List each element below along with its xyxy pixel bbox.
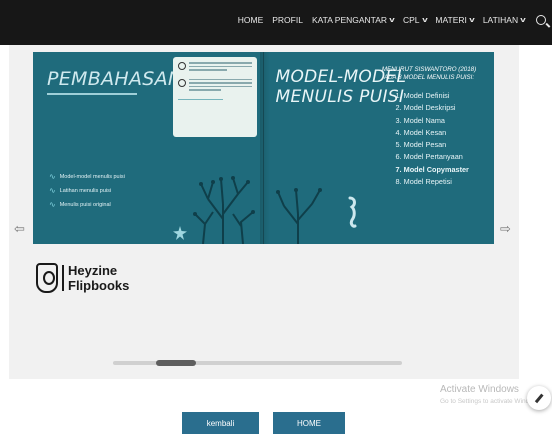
title-underline: [47, 93, 137, 95]
page-scrollbar[interactable]: [113, 360, 402, 366]
model-item: 3. Model Nama: [395, 115, 445, 125]
logo-line-2: Flipbooks: [68, 278, 130, 293]
link-icon: [178, 78, 186, 87]
topic-label: Model-model menulis puisi: [59, 173, 125, 180]
card-row: [178, 78, 252, 93]
chevron-down-icon: v: [469, 16, 475, 24]
model-item: 4. Model Kesan: [395, 127, 447, 137]
logo-text: Heyzine Flipbooks: [68, 263, 129, 293]
chevron-down-icon: v: [421, 16, 428, 24]
back-button[interactable]: kembali: [182, 412, 259, 434]
topic-item: ∿ Latihan menulis puisi: [49, 186, 125, 195]
starfish-icon: [173, 226, 187, 240]
heyzine-logo-icon: [36, 263, 58, 293]
top-navbar: HOME PROFIL KATA PENGANTAR v CPL v MATERI v…: [0, 0, 552, 45]
model-item: 8. Model Repetisi: [395, 177, 452, 187]
card-footer-line: [178, 98, 223, 100]
topic-label: Menulis puisi original: [59, 201, 111, 208]
topic-item: ∿ Menulis puisi original: [49, 200, 125, 209]
seahorse-icon: [348, 196, 356, 228]
model-item: 7. Model Copymaster: [395, 164, 469, 174]
right-page-subtitle: MENURUT SISWANTORO (2018) ADA 8 MODEL ME…: [372, 66, 487, 82]
lightbulb-icon: [178, 62, 186, 70]
subtitle-line-2: ADA 8 MODEL MENULIS PUISI:: [383, 74, 475, 81]
nav-profil-label: PROFIL: [272, 15, 303, 25]
nav-kata-pengantar[interactable]: KATA PENGANTAR v: [311, 15, 395, 25]
model-item: 1. Model Definisi: [395, 91, 450, 100]
nav-kata-pengantar-label: KATA PENGANTAR: [311, 15, 388, 25]
logo-divider: [62, 265, 64, 291]
flipbook-left-page: PEMBAHASAN: ∿ Model-model menulis puisi ∿…: [33, 52, 264, 244]
model-item: 5. Model Pesan: [395, 140, 447, 150]
nav-cpl-label: CPL: [402, 15, 420, 25]
model-list: 1. Model Definisi 2. Model Deskripsi 3. …: [396, 90, 469, 188]
nav-materi[interactable]: MATERI v: [435, 15, 475, 25]
subtitle-line-1: MENURUT SISWANTORO (2018): [381, 66, 477, 73]
coral-illustration: [193, 176, 255, 244]
info-card: [173, 57, 257, 137]
prev-page-arrow-icon[interactable]: ⇦: [14, 222, 25, 237]
topic-list: ∿ Model-model menulis puisi ∿ Latihan menu…: [49, 172, 125, 214]
nav-materi-label: MATERI: [435, 15, 467, 25]
nav-home[interactable]: HOME: [238, 15, 264, 25]
coral-illustration: [275, 188, 322, 244]
nav-cpl[interactable]: CPL v: [402, 15, 428, 25]
activate-windows-title: Activate Windows: [440, 384, 519, 395]
title-line-2: MENULIS PUISI: [275, 87, 405, 107]
nav-profil[interactable]: PROFIL: [272, 15, 303, 25]
model-item: 6. Model Pertanyaan: [395, 152, 463, 162]
card-row: [178, 62, 252, 73]
scrollbar-thumb[interactable]: [156, 360, 196, 366]
topic-label: Latihan menulis puisi: [59, 187, 112, 194]
edit-fab-button[interactable]: [527, 386, 551, 410]
chevron-down-icon: v: [520, 16, 526, 24]
topic-item: ∿ Model-model menulis puisi: [49, 172, 125, 181]
nav-latihan-label: LATIHAN: [482, 15, 519, 25]
flipbook-right-page: MODEL-MODEL MENULIS PUISI MENURUT SISWAN…: [263, 52, 494, 244]
model-item: 2. Model Deskripsi: [395, 103, 456, 113]
left-page-title: PEMBAHASAN:: [47, 68, 190, 90]
logo-line-1: Heyzine: [68, 263, 118, 278]
chevron-down-icon: v: [389, 16, 395, 24]
nav-home-label: HOME: [237, 15, 264, 25]
book-spine: [260, 52, 270, 244]
flipbook-spread[interactable]: PEMBAHASAN: ∿ Model-model menulis puisi ∿…: [33, 52, 494, 244]
heyzine-logo[interactable]: Heyzine Flipbooks: [36, 263, 129, 293]
wave-icon: ∿: [49, 186, 56, 195]
home-button[interactable]: HOME: [273, 412, 345, 434]
wave-icon: ∿: [49, 200, 56, 209]
next-page-arrow-icon[interactable]: ⇨: [500, 222, 511, 237]
search-icon[interactable]: [536, 15, 546, 25]
pencil-icon: [534, 393, 544, 403]
wave-icon: ∿: [49, 172, 56, 181]
nav-latihan[interactable]: LATIHAN v: [482, 15, 526, 25]
nav-menu: HOME PROFIL KATA PENGANTAR v CPL v MATERI v…: [238, 15, 546, 25]
